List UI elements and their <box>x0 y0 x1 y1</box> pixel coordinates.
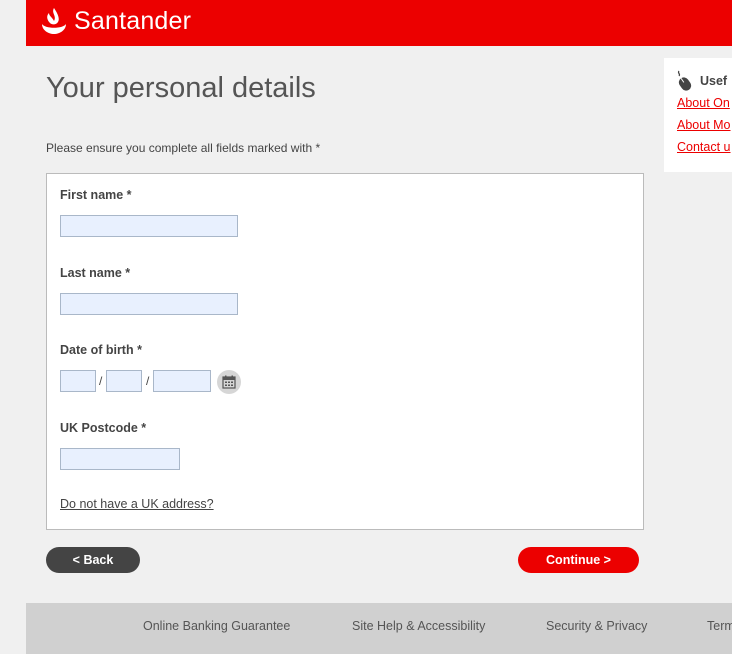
footer-link-help[interactable]: Site Help & Accessibility <box>352 619 485 633</box>
useful-links-heading-text: Usef <box>700 74 728 88</box>
dob-month-input[interactable] <box>106 370 142 392</box>
header-bar: Santander <box>26 0 732 46</box>
calendar-icon <box>222 375 236 389</box>
postcode-label: UK Postcode * <box>60 421 147 435</box>
back-button[interactable]: < Back <box>46 547 140 573</box>
page-title: Your personal details <box>46 72 316 104</box>
mouse-icon <box>677 70 692 91</box>
footer-link-security[interactable]: Security & Privacy <box>546 619 647 633</box>
footer-bar: Online Banking Guarantee Site Help & Acc… <box>26 603 732 654</box>
flame-icon <box>42 8 66 34</box>
useful-links-heading: Usef <box>676 70 727 92</box>
postcode-input[interactable] <box>60 448 180 470</box>
brand-name: Santander <box>74 6 192 35</box>
dob-year-input[interactable] <box>153 370 211 392</box>
calendar-button[interactable] <box>217 370 241 394</box>
footer-link-guarantee[interactable]: Online Banking Guarantee <box>143 619 290 633</box>
sidebar-link-about-online[interactable]: About On <box>677 96 730 110</box>
last-name-input[interactable] <box>60 293 238 315</box>
footer-link-terms[interactable]: Term <box>707 619 732 633</box>
dob-separator: / <box>146 374 150 388</box>
continue-button[interactable]: Continue > <box>518 547 639 573</box>
santander-logo[interactable]: Santander <box>40 4 191 38</box>
last-name-label: Last name * <box>60 266 131 280</box>
dob-label: Date of birth * <box>60 343 142 357</box>
dob-day-input[interactable] <box>60 370 96 392</box>
sidebar-link-about-mobile[interactable]: About Mo <box>677 118 731 132</box>
no-uk-address-link[interactable]: Do not have a UK address? <box>60 497 214 511</box>
first-name-input[interactable] <box>60 215 238 237</box>
sidebar-link-contact[interactable]: Contact u <box>677 140 731 154</box>
instructions-text: Please ensure you complete all fields ma… <box>46 141 321 155</box>
dob-separator: / <box>99 374 103 388</box>
useful-links-panel: Usef About On About Mo Contact u <box>664 58 732 172</box>
first-name-label: First name * <box>60 188 132 202</box>
personal-details-form: First name * Last name * Date of birth *… <box>46 173 644 530</box>
